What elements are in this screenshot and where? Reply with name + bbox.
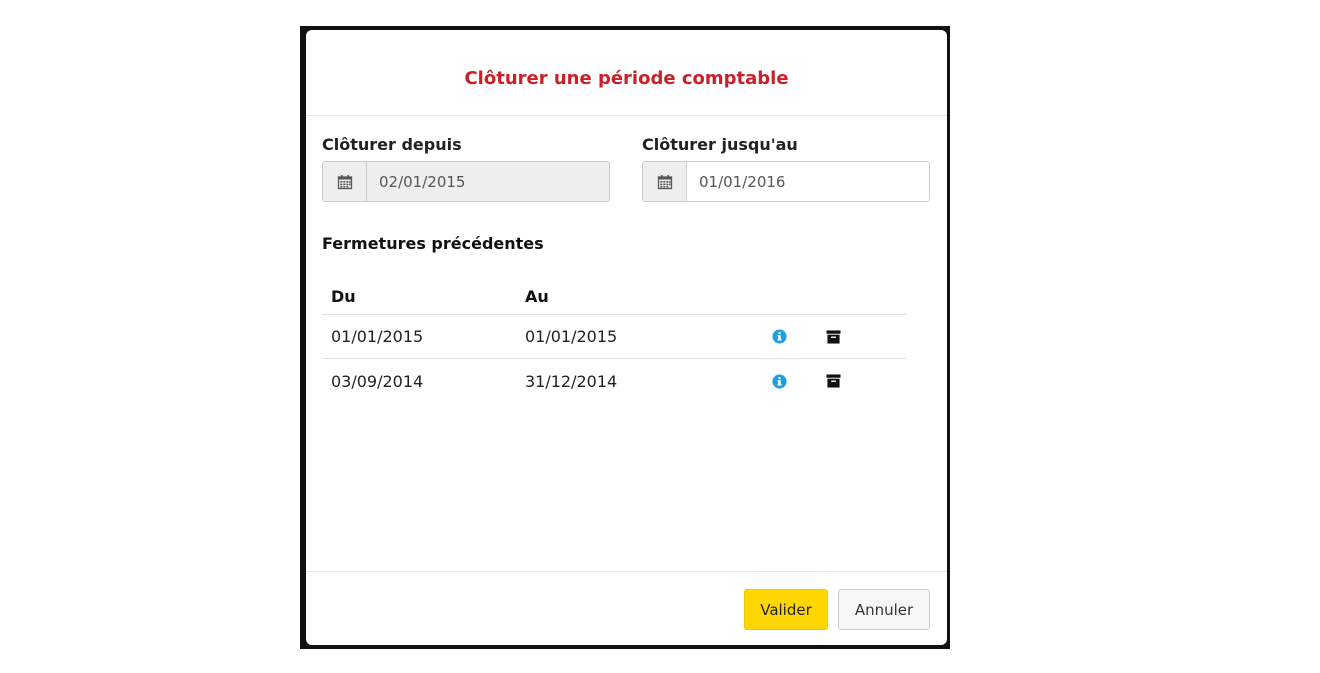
- date-fields: Clôturer depuis 02/01/2015 Clôturer jusq…: [322, 133, 930, 202]
- info-icon[interactable]: [772, 329, 787, 344]
- to-label: Clôturer jusqu'au: [642, 135, 798, 154]
- to-field: Clôturer jusqu'au: [642, 133, 930, 202]
- dialog-footer: Valider Annuler: [306, 571, 947, 645]
- previous-closures-title: Fermetures précédentes: [322, 234, 544, 253]
- from-date-input[interactable]: [367, 162, 609, 201]
- from-field: Clôturer depuis: [322, 133, 610, 202]
- from-input-group: [322, 161, 610, 202]
- table-row: 01/01/2015 01/01/2015: [322, 315, 906, 359]
- calendar-icon[interactable]: [643, 162, 687, 201]
- validate-button[interactable]: Valider: [744, 589, 828, 630]
- dialog-title: Clôturer une période comptable: [464, 68, 789, 89]
- row-actions: [772, 329, 841, 344]
- row-actions: [772, 373, 841, 389]
- cell-du: 01/01/2015: [331, 327, 424, 346]
- table-row: 03/09/2014 31/12/2014: [322, 359, 906, 403]
- previous-closures-table: Du Au 01/01/2015 01/01/2015 03/09/2014 3…: [322, 278, 906, 403]
- dialog-header: Clôturer une période comptable: [306, 30, 947, 116]
- archive-icon[interactable]: [826, 374, 841, 388]
- cancel-button[interactable]: Annuler: [838, 589, 930, 630]
- table-header: Du Au: [322, 278, 906, 315]
- archive-icon[interactable]: [826, 329, 841, 344]
- close-period-dialog: Clôturer une période comptable Clôturer …: [306, 30, 947, 645]
- to-date-input[interactable]: [687, 162, 929, 201]
- cell-au: 01/01/2015: [525, 327, 618, 346]
- column-header-au: Au: [525, 286, 549, 306]
- info-icon[interactable]: [772, 373, 787, 389]
- from-label: Clôturer depuis: [322, 135, 462, 154]
- to-input-group: [642, 161, 930, 202]
- cell-au: 31/12/2014: [525, 371, 618, 391]
- calendar-icon[interactable]: [323, 162, 367, 201]
- cell-du: 03/09/2014: [331, 371, 424, 391]
- column-header-du: Du: [331, 286, 356, 306]
